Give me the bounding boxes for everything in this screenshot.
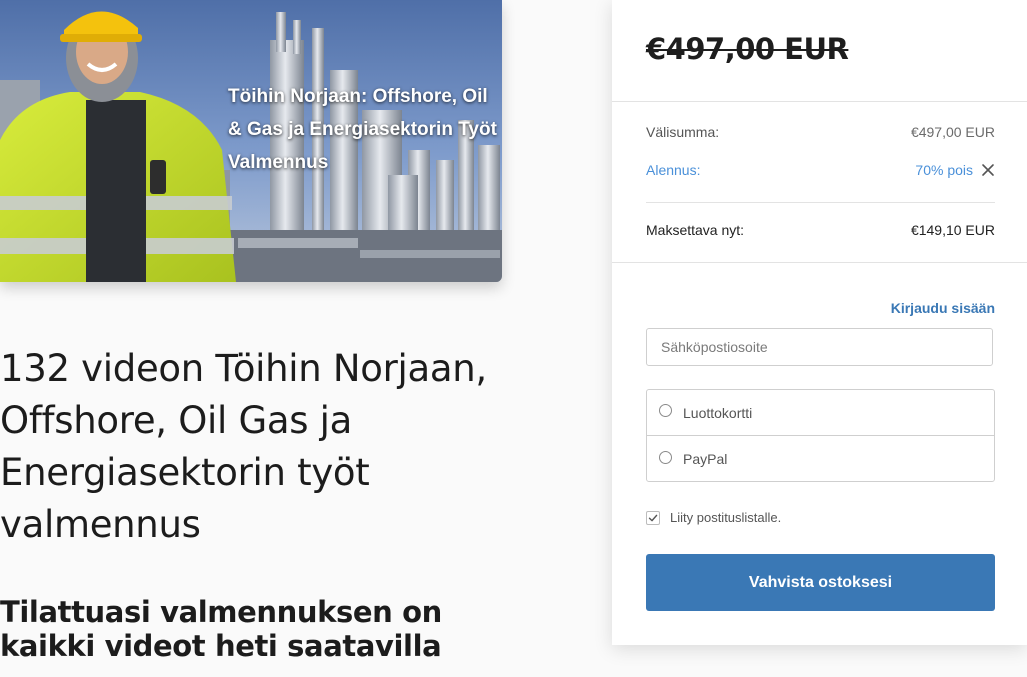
confirm-purchase-button[interactable]: Vahvista ostoksesi <box>646 554 995 611</box>
newsletter-label: Liity postituslistalle. <box>670 510 782 525</box>
course-panel: Töihin Norjaan: Offshore, Oil & Gas ja E… <box>0 0 560 677</box>
subtotal-row: Välisumma: €497,00 EUR <box>646 124 995 140</box>
discount-row: Alennus: 70% pois <box>646 162 995 178</box>
price-header: €497,00 EUR <box>612 0 1027 102</box>
radio-credit-card[interactable] <box>659 404 672 417</box>
course-title: 132 videon Töihin Norjaan, Offshore, Oil… <box>0 347 487 546</box>
total-label: Maksettava nyt: <box>646 222 745 238</box>
checkout-form: Kirjaudu sisään Luottokortti PayPal Liit… <box>612 263 1027 645</box>
newsletter-checkbox[interactable] <box>646 510 660 525</box>
total-value: €149,10 EUR <box>910 222 995 238</box>
subtotal-label: Välisumma: <box>646 124 720 140</box>
radio-paypal[interactable] <box>659 450 672 464</box>
original-price: €497,00 EUR <box>646 32 849 66</box>
email-field[interactable] <box>646 328 993 366</box>
subtotal-value: €497,00 EUR <box>910 124 995 140</box>
payment-method-group: Luottokortti PayPal <box>646 389 995 482</box>
payment-option-label: PayPal <box>683 451 728 467</box>
order-summary: Välisumma: €497,00 EUR Alennus: 70% pois… <box>612 102 1027 263</box>
hero-overlay-title: Töihin Norjaan: Offshore, Oil & Gas ja E… <box>228 86 497 173</box>
discount-label: Alennus: <box>646 162 701 178</box>
login-link[interactable]: Kirjaudu sisään <box>891 300 995 316</box>
payment-option-credit-card[interactable]: Luottokortti <box>647 390 994 436</box>
discount-amount: 70% pois <box>915 162 995 178</box>
payment-option-label: Luottokortti <box>683 404 753 421</box>
total-row: Maksettava nyt: €149,10 EUR <box>646 222 995 238</box>
newsletter-option[interactable]: Liity postituslistalle. <box>646 510 781 525</box>
course-subtitle: Tilattuasi valmennuksen on kaikki videot… <box>0 595 442 663</box>
course-hero-image: Töihin Norjaan: Offshore, Oil & Gas ja E… <box>0 0 502 282</box>
close-icon[interactable] <box>981 163 995 177</box>
check-icon <box>648 514 658 521</box>
summary-divider <box>646 202 995 203</box>
discount-value: 70% pois <box>915 162 973 178</box>
payment-option-paypal[interactable]: PayPal <box>647 436 994 482</box>
checkout-card: €497,00 EUR Välisumma: €497,00 EUR Alenn… <box>612 0 1027 645</box>
